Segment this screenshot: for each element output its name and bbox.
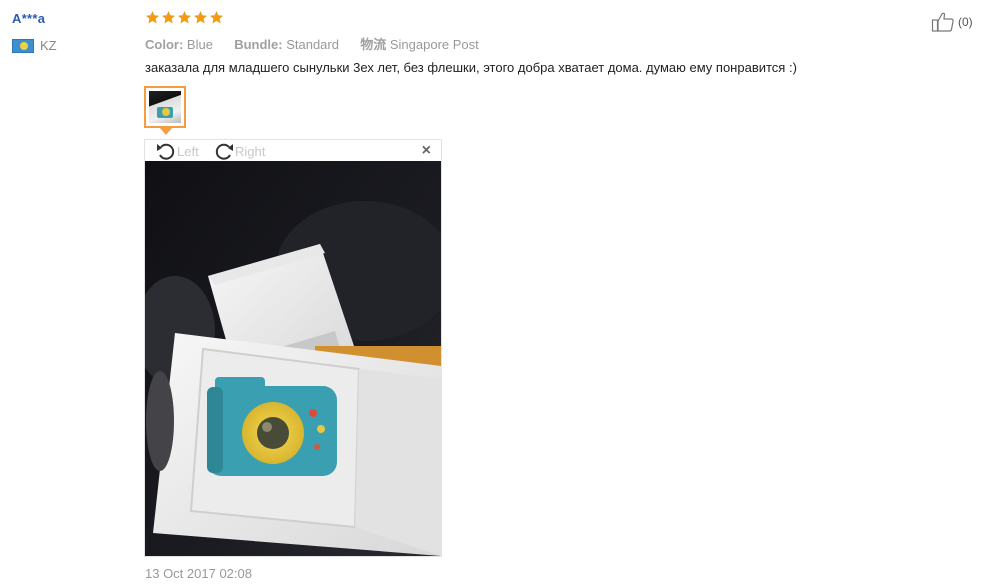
- kazakhstan-flag-icon: [12, 38, 34, 53]
- star-icon: [161, 10, 176, 24]
- reviewer-country: KZ: [12, 38, 57, 53]
- star-icon: [209, 10, 224, 24]
- star-icon: [145, 10, 160, 24]
- photo-viewer: Left Right ×: [144, 139, 442, 557]
- photo-thumbnail[interactable]: [144, 86, 186, 128]
- country-code: KZ: [40, 38, 57, 53]
- star-icon: [193, 10, 208, 24]
- reviewer-name[interactable]: A***a: [12, 11, 45, 26]
- star-icon: [177, 10, 192, 24]
- review-timestamp: 13 Oct 2017 02:08: [145, 566, 252, 581]
- shipping-value: Singapore Post: [389, 37, 479, 52]
- review-text: заказала для младшего сынульки 3ех лет, …: [145, 60, 797, 75]
- order-attributes: Color: Blue Bundle: Standard 物流 Singapor…: [145, 34, 479, 53]
- color-label: Color:: [145, 37, 184, 52]
- bundle-value: Standard: [286, 37, 339, 52]
- bundle-label: Bundle:: [234, 37, 283, 52]
- helpful-count: (0): [958, 15, 973, 29]
- rotate-left-button[interactable]: Left: [155, 141, 199, 161]
- thumbnail-pointer: [160, 128, 172, 135]
- rotate-right-label: Right: [235, 143, 266, 159]
- review-photo[interactable]: [145, 161, 441, 556]
- close-button[interactable]: ×: [422, 143, 431, 159]
- helpful-button[interactable]: (0): [931, 11, 973, 33]
- rating-stars: [145, 10, 224, 25]
- shipping-label: 物流: [360, 37, 387, 52]
- color-value: Blue: [186, 37, 213, 52]
- rotate-right-icon: [215, 143, 233, 160]
- rotate-left-icon: [157, 143, 175, 160]
- rotate-right-button[interactable]: Right: [213, 141, 265, 161]
- thumbs-up-icon: [931, 12, 954, 32]
- viewer-toolbar: Left Right ×: [145, 140, 441, 162]
- rotate-left-label: Left: [177, 143, 199, 159]
- review-photo-image: [145, 161, 441, 556]
